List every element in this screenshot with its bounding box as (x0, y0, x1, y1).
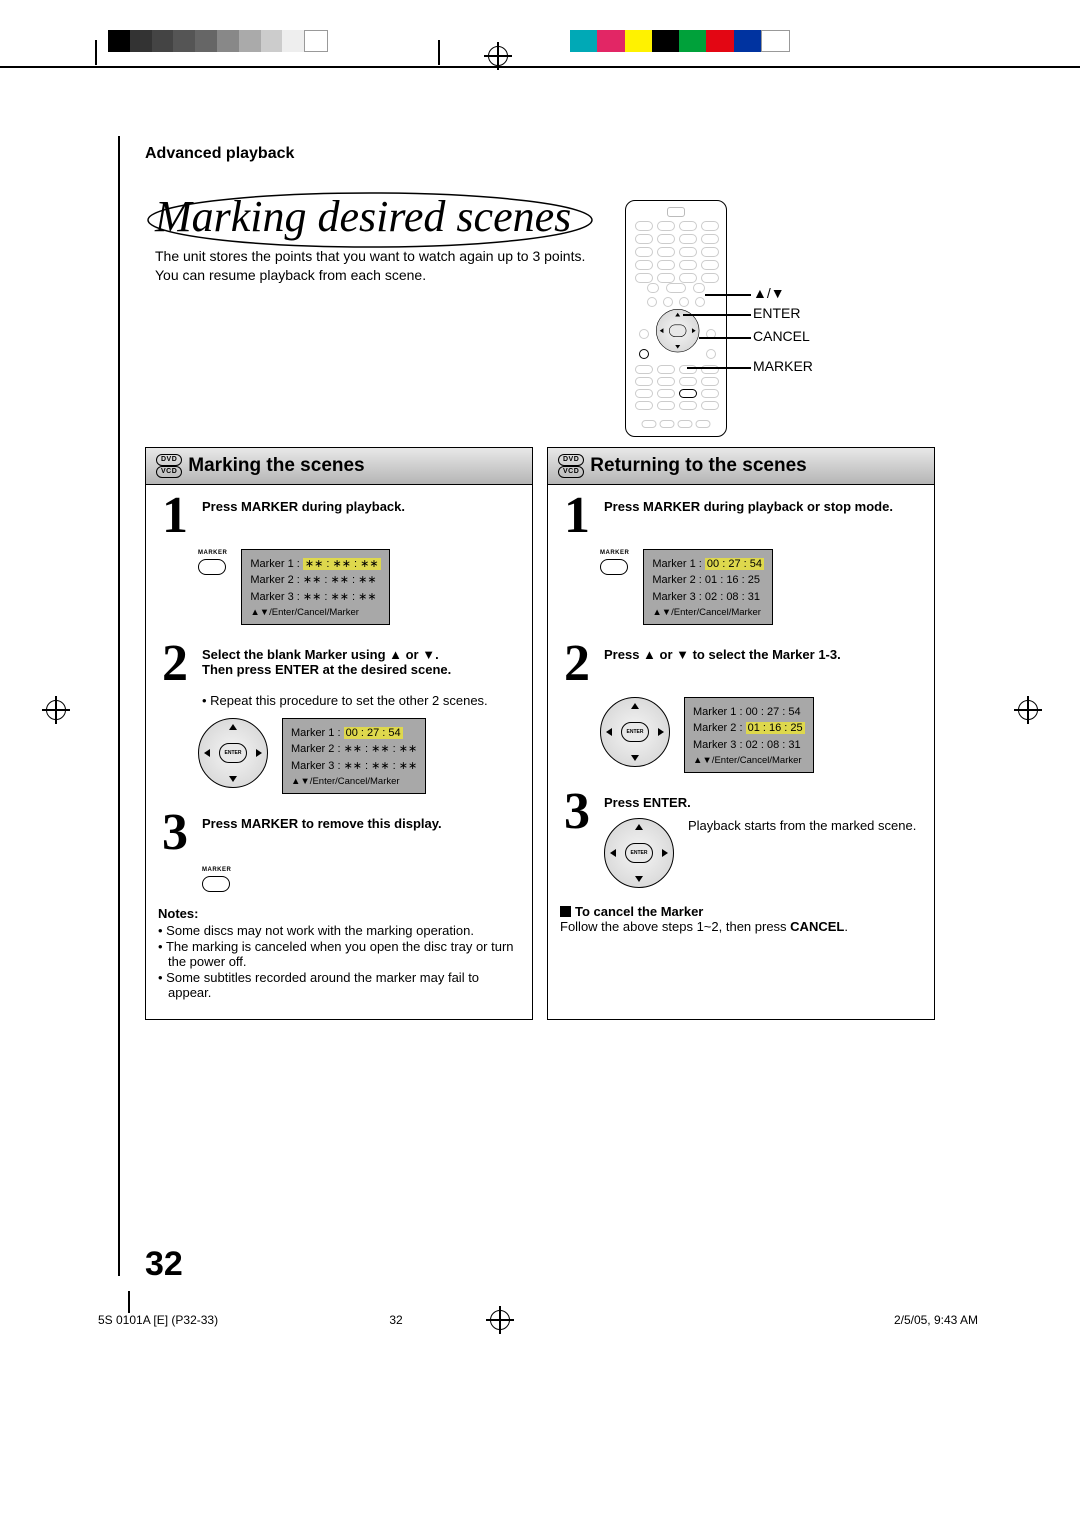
step-number-1: 1 (560, 495, 594, 537)
dpad-enter-icon: ENTER (604, 818, 674, 888)
page-left-rule (118, 136, 120, 1276)
marker-button-icon: MARKER (198, 549, 227, 578)
step-number-3: 3 (158, 812, 192, 854)
marker-button-icon: MARKER (202, 866, 520, 892)
dpad-enter-icon: ENTER (198, 718, 268, 788)
footer-doc: 5S 0101A [E] (P32-33) (98, 1313, 218, 1327)
callout-nav: ▲/▼ (753, 285, 785, 301)
dvd-vcd-badge-icon: DVD VCD (156, 454, 182, 478)
marking-scenes-panel: DVD VCD Marking the scenes 1 Press MARKE… (145, 447, 533, 1020)
note-item: Some discs may not work with the marking… (158, 923, 520, 938)
notes-block: Notes: Some discs may not work with the … (158, 906, 520, 1000)
dvd-vcd-badge-icon: DVD VCD (558, 454, 584, 478)
right-step3-note: Playback starts from the marked scene. (688, 818, 916, 888)
marking-heading: DVD VCD Marking the scenes (146, 448, 532, 485)
osd-display-r1: Marker 1 : 00 : 27 : 54 Marker 2 : 01 : … (643, 549, 773, 626)
note-item: The marking is canceled when you open th… (158, 939, 520, 969)
right-step3-title: Press ENTER. (604, 795, 922, 810)
cancel-marker-head: To cancel the Marker (560, 904, 922, 919)
step-number-1: 1 (158, 495, 192, 537)
returning-heading: DVD VCD Returning to the scenes (548, 448, 934, 485)
reg-mark-left-icon (46, 700, 66, 720)
footer-page: 32 (389, 1313, 402, 1327)
callout-cancel: CANCEL (753, 328, 810, 344)
remote-illustration (625, 200, 727, 437)
osd-display-2: Marker 1 : 00 : 27 : 54 Marker 2 : ∗∗ : … (282, 718, 426, 795)
callout-enter: ENTER (753, 305, 800, 321)
print-registration-top (0, 30, 1080, 70)
title-oval-icon (145, 190, 595, 250)
section-label: Advanced playback (145, 145, 294, 163)
left-step2-title: Select the blank Marker using ▲ or ▼. Th… (202, 647, 520, 677)
left-step2-note: • Repeat this procedure to set the other… (202, 693, 520, 708)
print-footer: 5S 0101A [E] (P32-33) 32 2/5/05, 9:43 AM (98, 1313, 978, 1327)
right-step2-title: Press ▲ or ▼ to select the Marker 1-3. (604, 647, 922, 662)
returning-scenes-panel: DVD VCD Returning to the scenes 1 Press … (547, 447, 935, 1020)
osd-display-r2: Marker 1 : 00 : 27 : 54 Marker 2 : 01 : … (684, 697, 814, 774)
notes-title: Notes: (158, 906, 520, 921)
intro-text: The unit stores the points that you want… (155, 247, 585, 285)
left-step3-title: Press MARKER to remove this display. (202, 816, 520, 831)
step-number-3: 3 (560, 791, 594, 888)
page-number: 32 (145, 1245, 183, 1284)
square-bullet-icon (560, 906, 571, 917)
right-step1-title: Press MARKER during playback or stop mod… (604, 499, 922, 514)
step-number-2: 2 (158, 643, 192, 685)
step-number-2: 2 (560, 643, 594, 685)
callout-marker: MARKER (753, 358, 813, 374)
note-item: Some subtitles recorded around the marke… (158, 970, 520, 1000)
left-step1-title: Press MARKER during playback. (202, 499, 520, 514)
cancel-marker-body: Follow the above steps 1~2, then press C… (560, 919, 922, 934)
dpad-nav-icon: ENTER (600, 697, 670, 767)
right-step3-body: ENTER Playback starts from the marked sc… (604, 818, 922, 888)
reg-mark-right-icon (1018, 700, 1038, 720)
marker-button-icon: MARKER (600, 549, 629, 578)
footer-date: 2/5/05, 9:43 AM (894, 1313, 978, 1327)
osd-display-1: Marker 1 : ∗∗ : ∗∗ : ∗∗ Marker 2 : ∗∗ : … (241, 549, 389, 626)
